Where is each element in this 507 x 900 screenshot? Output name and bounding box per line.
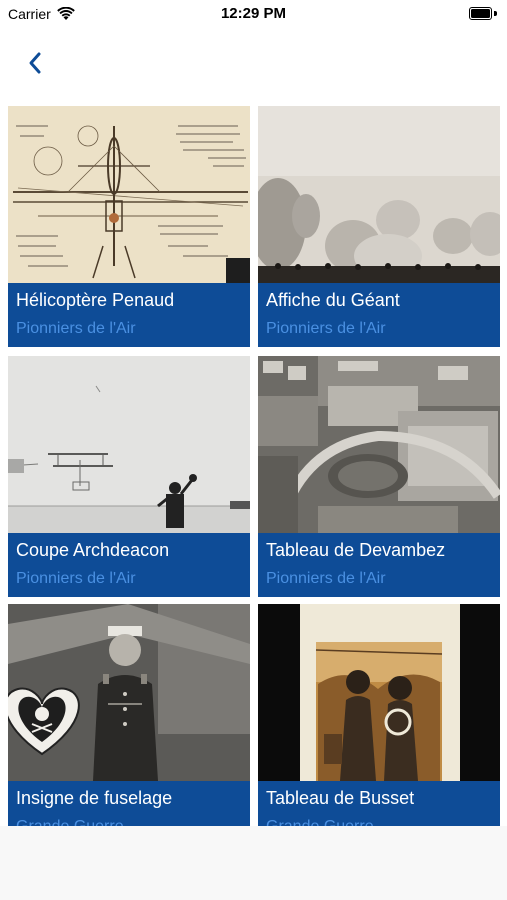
item-subtitle: Pionniers de l'Air	[16, 320, 136, 337]
item-card[interactable]: Tableau de Devambez Pionniers de l'Air	[258, 356, 500, 597]
item-card[interactable]: Coupe Archdeacon Pionniers de l'Air	[8, 356, 250, 597]
item-image-busset-painting	[258, 604, 500, 781]
item-image-balloons	[258, 106, 500, 283]
item-subtitle: Pionniers de l'Air	[266, 320, 386, 337]
item-title: Hélicoptère Penaud	[16, 290, 175, 310]
item-image-biplane-flight	[8, 356, 250, 533]
item-title: Insigne de fuselage	[16, 788, 173, 808]
item-subtitle: Pionniers de l'Air	[266, 570, 386, 587]
items-grid: Hélicoptère Penaud Pionniers de l'Air Af…	[0, 0, 507, 826]
item-subtitle: Grande Guerre	[16, 818, 124, 826]
item-card[interactable]: Tableau de Busset Grande Guerre	[258, 604, 500, 826]
bottom-empty-area	[0, 826, 507, 900]
item-title: Tableau de Busset	[266, 788, 415, 808]
item-title: Tableau de Devambez	[266, 540, 446, 560]
item-title: Coupe Archdeacon	[16, 540, 170, 560]
item-card[interactable]: Insigne de fuselage Grande Guerre	[8, 604, 250, 826]
item-card[interactable]: Affiche du Géant Pionniers de l'Air	[258, 106, 500, 347]
item-card[interactable]: Hélicoptère Penaud Pionniers de l'Air	[8, 106, 250, 347]
item-image-aerial-city	[258, 356, 500, 533]
item-subtitle: Grande Guerre	[266, 818, 374, 826]
item-image-helicopter-sketch	[8, 106, 250, 283]
item-image-soldier-insignia	[8, 604, 250, 781]
item-title: Affiche du Géant	[266, 290, 400, 310]
item-subtitle: Pionniers de l'Air	[16, 570, 136, 587]
